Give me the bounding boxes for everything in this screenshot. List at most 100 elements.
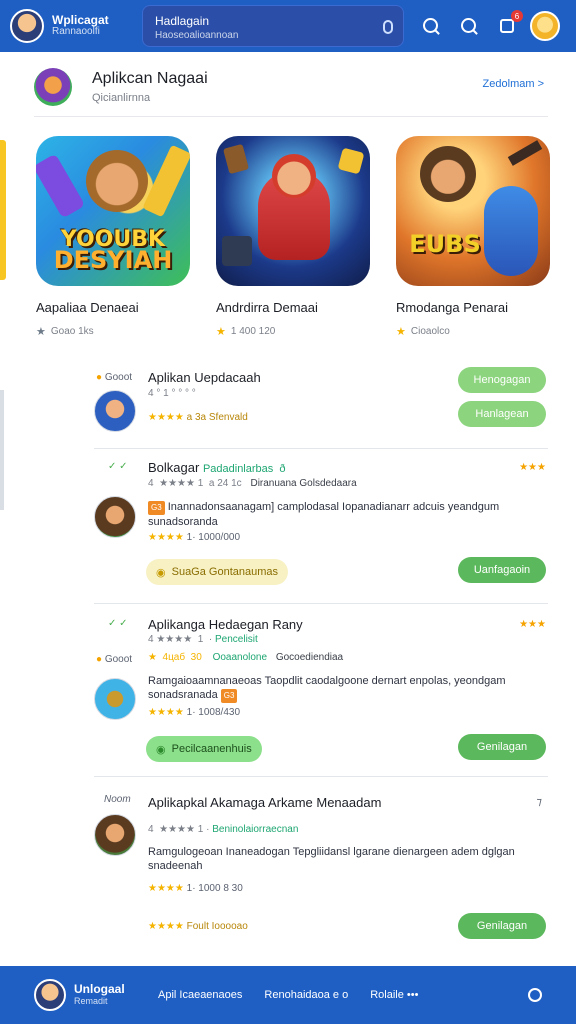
app-meta2-right: Gocoediendiaa [275,652,344,663]
app-description: Ramgaioaamnanaeoas Taopdlit caodalgoone … [148,674,544,703]
featured-card[interactable]: EUBS Rmodanga Penarai ★ Cioaolco [396,136,550,338]
bottom-nav-recommend[interactable]: Renohaidaoa e o [264,989,348,1001]
check-icon: ✓ ✓ [108,461,128,472]
app-meta2-left: ★ 4цаб 30 [148,652,202,663]
app-description: G3 Inannadonsaanagam] camplodasal Iopana… [148,500,544,529]
install-button[interactable]: Uanfagaoin [458,557,546,583]
open-button[interactable]: Hanlagean [458,401,546,427]
rating-stars: ★★★★ [148,412,184,423]
search-icon[interactable] [420,15,442,37]
mic-icon[interactable] [383,20,393,34]
divider [94,776,548,777]
rating-stars: ★★★★ [148,883,184,894]
app-rating-secondary: ★★★★ Foult Iooooao [148,921,248,932]
coin-icon: ◉ [156,743,166,756]
app-description-text: Inannadonsaanagam] camplodasal Iopanadia… [148,501,500,528]
promo-chip-label: Pecilcaanenhuis [171,743,252,755]
card-name[interactable]: Andrdirra Demaai [216,300,370,315]
bag-icon [500,19,514,33]
bottom-brand[interactable]: Unlogaal Remadit [74,983,144,1007]
promo-chip[interactable]: ◉ SuaGa Gontanaumas [146,559,289,585]
star-icon: ★ [216,326,226,338]
app-rating: ★★★★ 1· 1008/430 [148,707,240,718]
app-title[interactable]: Aplikapkal Akamaga Arkame Menaadam [148,795,381,810]
card-meta-text: Goao 1ks [50,326,94,337]
card-name[interactable]: Rmodanga Penarai [396,300,550,315]
card-meta: ★ 1 400 120 [216,325,370,338]
card-art-line2: EUBS [409,230,481,258]
profile-avatar[interactable] [34,979,66,1011]
rating-text: Foult Iooooao [186,921,248,932]
featured-card[interactable]: YOOUBK DESYIAH Aapaliaa Denaeai ★ Goao 1… [36,136,190,338]
app-rating: ★★★★ 1· 1000/000 [148,532,240,543]
profile-avatar[interactable] [10,9,44,43]
rating-text: 1· 1000 8 30 [186,883,243,894]
rating-text: a 3a Sfenvald [186,412,248,423]
card-meta: ★ Cioaolco [396,325,550,338]
settings-icon[interactable] [528,988,542,1002]
bottom-nav-more[interactable]: Rolaile ••• [370,989,418,1001]
app-meta-tag: Pencelisit [215,634,258,645]
app-meta-right: Diranuana Golsdedaara [250,478,357,489]
card-art-line2: DESYIAH [53,246,173,274]
rating-stars: ★★★★ [148,532,184,543]
search-alt-icon[interactable] [458,15,480,37]
rating-stars-icon: ★★★ [519,462,546,473]
promo-chip[interactable]: ◉ Pecilcaanenhuis [146,736,262,762]
card-meta-text: 1 400 120 [230,326,276,337]
divider [94,603,548,604]
bottom-nav-apps[interactable]: Apil Icaeaenaoes [158,989,242,1001]
app-meta: 4 ★★★★ 1 · Pencelisit [148,634,258,645]
app-title-text: Bolkagar [148,460,200,475]
app-title[interactable]: Bolkagar Padadinlarbas ð [148,460,286,475]
brand[interactable]: Wplicagat Rannaoolfi [52,14,128,38]
user-avatar[interactable] [530,11,560,41]
bottom-brand-title: Unlogaal [74,982,125,996]
featured-subtitle: Qicianlirnna [92,92,151,104]
coin-icon: ◉ [156,566,166,579]
search-placeholder: Haoseoalioannoan [155,30,239,41]
brand-title: Wplicagat [52,13,109,27]
badge-icon: ● [96,654,103,665]
app-title-tag: Padadinlarbas ð [202,463,286,475]
app-title[interactable]: Aplikanga Hedaegan Rany [148,617,303,632]
app-icon[interactable] [94,390,136,432]
rating-stars: ★★★★ [148,707,184,718]
more-icon[interactable]: ⁊ [537,795,542,808]
cart-button[interactable]: 6 [496,10,523,37]
brand-subtitle: Rannaoolfi [52,26,100,37]
notification-badge: 6 [511,10,523,22]
app-icon[interactable] [94,678,136,720]
badge-icon: G3 [220,689,238,703]
list-tag: ● Gooot [96,372,132,383]
bottom-brand-subtitle: Remadit [74,996,108,1006]
side-accent [0,140,6,280]
game-art-image[interactable]: YOOUBK DESYIAH [36,136,190,286]
app-description-text: Ramgaioaamnanaeoas Taopdlit caodalgoone … [148,675,506,701]
app-description: Ramgulogeoan Inaneadogan Tepgliidansl lg… [148,846,515,872]
star-icon: ★ [36,326,46,338]
app-rating: ★★★★ a 3a Sfenvald [148,412,248,423]
list-tag-text: Gooot [104,372,133,383]
app-meta-left: 4 ★★★★ 1 · [148,824,210,835]
app-meta-left: 4 ★★★★ 1 a 24 1с [148,478,242,489]
search-input[interactable]: Hadlagain Haoseoalioannoan [142,5,404,47]
list-tag: ✓ ✓ [108,618,128,629]
list-tag: ● Gooot [96,654,132,665]
list-tag: ✓ ✓ [108,461,128,472]
side-scroll-indicator[interactable] [0,390,4,510]
app-title[interactable]: Aplikan Uepdacaah [148,370,261,385]
see-all-link[interactable]: Zedolmam > [483,78,544,90]
app-icon[interactable] [94,496,136,538]
install-button[interactable]: Genilagan [458,734,546,760]
check-icon: ✓ ✓ [108,618,128,629]
featured-card[interactable]: Andrdirra Demaai ★ 1 400 120 [216,136,370,338]
install-button[interactable]: Genilagan [458,913,546,939]
app-icon[interactable] [94,814,136,856]
game-art-image[interactable] [216,136,370,286]
card-name[interactable]: Aapaliaa Denaeai [36,300,190,315]
featured-header: Aplikcan Nagaai Qicianlirnna Zedolmam > [34,66,554,110]
game-art-image[interactable]: EUBS [396,136,550,286]
bottom-bar: Unlogaal Remadit Apil Icaeaenaoes Renoha… [0,966,576,1024]
install-button[interactable]: Henogagan [458,367,546,393]
